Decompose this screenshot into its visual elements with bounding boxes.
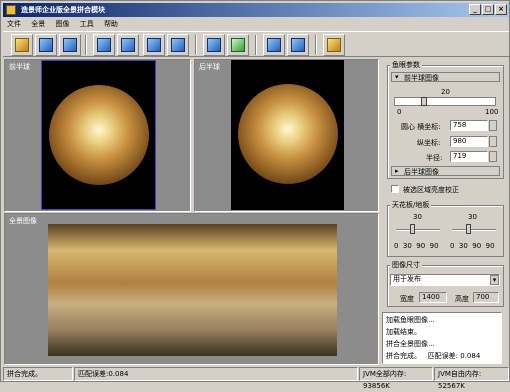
sky-left-ticks: 0 30 90 90 xyxy=(394,242,439,250)
rotate-button[interactable] xyxy=(203,34,225,56)
help-book-icon xyxy=(327,38,341,52)
center-y-label: 纵坐标: xyxy=(417,139,441,147)
radius-label: 半径: xyxy=(426,154,443,162)
status-message: 拼合完成。 xyxy=(3,367,73,381)
preview-button[interactable] xyxy=(263,34,285,56)
front-section-header[interactable]: ▾ 前半球图像 xyxy=(391,72,500,82)
image-size-label: 图像尺寸 xyxy=(390,260,422,270)
stitch-icon xyxy=(231,38,245,52)
front-panel-label: 前半球 xyxy=(9,63,30,71)
center-y-field[interactable]: 980 xyxy=(450,136,488,147)
brightness-checkbox-label: 被选区域亮度校正 xyxy=(403,186,459,194)
front-section-label: 前半球图像 xyxy=(404,74,439,82)
app-window: 造景师企业版全景拼合模块 _ □ × 文件 全景 图像 工具 帮助 前半球 后半… xyxy=(0,0,510,390)
size-preset-value: 用于发布 xyxy=(393,275,421,283)
sky-right-ticks: 0 30 90 90 xyxy=(450,242,495,250)
web-icon xyxy=(291,38,305,52)
menu-panorama[interactable]: 全景 xyxy=(27,18,49,30)
toolbar xyxy=(3,31,509,57)
close-button[interactable]: × xyxy=(495,4,507,15)
minimize-button[interactable]: _ xyxy=(469,4,481,15)
sky-floor-label: 天花板/地板 xyxy=(390,200,432,210)
log-panel[interactable]: 加载鱼眼图像... 加载结束。 拼合全景图像... 拼合完成。 匹配误差: 0.… xyxy=(382,312,502,364)
sky-right-value: 30 xyxy=(468,213,477,221)
back-section-header[interactable]: ▸ 后半球图像 xyxy=(391,166,500,176)
menu-tools[interactable]: 工具 xyxy=(76,18,98,30)
front-hemisphere-panel: 前半球 xyxy=(4,59,191,212)
sky-left-thumb[interactable] xyxy=(410,224,415,234)
open-folder-icon xyxy=(15,38,29,52)
size-preset-select[interactable]: 用于发布 ▾ xyxy=(390,274,500,286)
back-hemisphere-panel: 后半球 xyxy=(194,59,379,212)
sky-right-slider[interactable] xyxy=(452,224,496,234)
app-icon xyxy=(6,5,16,15)
status-jvm-free: JVM自由内存: 52567K xyxy=(434,367,509,390)
log-line: 拼合完成。 匹配误差: 0.084 xyxy=(386,352,481,360)
back-section-arrow-icon: ▸ xyxy=(395,167,399,175)
slider-min: 0 xyxy=(397,108,402,116)
panorama-image[interactable] xyxy=(48,224,337,356)
window-title: 造景师企业版全景拼合模块 xyxy=(21,6,105,14)
back-hemisphere-button[interactable] xyxy=(167,34,189,56)
pano-panel-label: 全景图像 xyxy=(9,217,37,225)
center-x-label: 圆心 横坐标: xyxy=(401,123,441,131)
radius-field[interactable]: 719 xyxy=(450,151,488,162)
menu-help[interactable]: 帮助 xyxy=(100,18,122,30)
front-hemisphere-button[interactable] xyxy=(143,34,165,56)
brightness-checkbox[interactable] xyxy=(391,185,399,193)
save-button[interactable] xyxy=(35,34,57,56)
dropdown-arrow-icon[interactable]: ▾ xyxy=(490,275,499,285)
menu-image[interactable]: 图像 xyxy=(51,18,73,30)
title-bar: 造景师企业版全景拼合模块 _ □ × xyxy=(3,3,509,17)
sky-left-value: 30 xyxy=(413,213,422,221)
back-panel-label: 后半球 xyxy=(199,63,220,71)
open-button[interactable] xyxy=(11,34,33,56)
fisheye-params-label: 鱼眼参数 xyxy=(390,60,422,70)
save-as-icon xyxy=(63,38,77,52)
front-fisheye-image[interactable] xyxy=(41,60,156,210)
front-section-arrow-icon: ▾ xyxy=(395,73,399,81)
transform-button[interactable] xyxy=(117,34,139,56)
magnifier-icon xyxy=(267,38,281,52)
radius-spinner[interactable] xyxy=(489,151,497,162)
status-error: 匹配误差:0.084 xyxy=(74,367,358,381)
log-line: 加载结束。 xyxy=(386,328,421,336)
width-field[interactable]: 1400 xyxy=(419,292,447,303)
center-y-spinner[interactable] xyxy=(489,136,497,147)
select-button[interactable] xyxy=(93,34,115,56)
transform-icon xyxy=(121,38,135,52)
fisheye-slider-thumb[interactable] xyxy=(421,97,427,106)
height-label: 高度 xyxy=(455,295,469,303)
height-field[interactable]: 700 xyxy=(473,292,499,303)
status-jvm-total: JVM全部内存: 93856K xyxy=(359,367,433,390)
sky-left-slider[interactable] xyxy=(396,224,440,234)
log-line: 拼合全景图像... xyxy=(386,340,435,348)
slider-value: 20 xyxy=(441,88,450,96)
width-label: 宽度 xyxy=(400,295,414,303)
sky-right-thumb[interactable] xyxy=(466,224,471,234)
center-x-field[interactable]: 758 xyxy=(450,120,488,131)
center-x-spinner[interactable] xyxy=(489,120,497,131)
front-hemisphere-icon xyxy=(147,38,161,52)
log-line: 加载鱼眼图像... xyxy=(386,316,435,324)
publish-button[interactable] xyxy=(287,34,309,56)
fisheye-slider[interactable] xyxy=(394,97,496,106)
panorama-panel: 全景图像 xyxy=(4,213,379,365)
maximize-button[interactable]: □ xyxy=(482,4,494,15)
rotate-icon xyxy=(207,38,221,52)
save-icon xyxy=(39,38,53,52)
menu-file[interactable]: 文件 xyxy=(3,18,25,30)
menu-bar: 文件 全景 图像 工具 帮助 xyxy=(3,18,509,30)
stitch-button[interactable] xyxy=(227,34,249,56)
back-hemisphere-icon xyxy=(171,38,185,52)
back-section-label: 后半球图像 xyxy=(404,168,439,176)
save-as-button[interactable] xyxy=(59,34,81,56)
select-icon xyxy=(97,38,111,52)
back-fisheye-image[interactable] xyxy=(231,60,344,210)
help-button[interactable] xyxy=(323,34,345,56)
slider-max: 100 xyxy=(485,108,499,116)
